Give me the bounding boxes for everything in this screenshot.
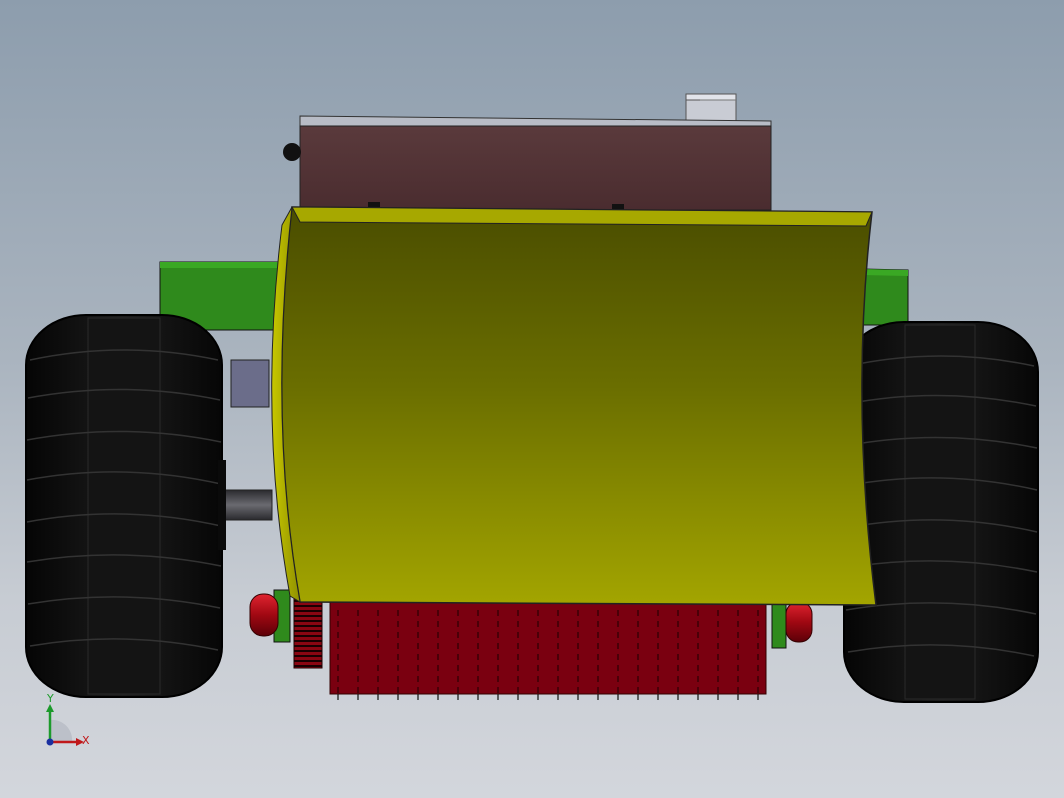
engine-housing (283, 115, 772, 212)
brush-roller (329, 601, 767, 700)
model-render (25, 93, 1039, 703)
snow-blade (271, 206, 877, 606)
gear-tooth (294, 610, 322, 612)
axle (221, 489, 273, 521)
side-bracket-right (771, 597, 787, 649)
sensor-box (685, 93, 737, 123)
axis-triad-graphic (46, 704, 84, 746)
gear-tooth (294, 625, 322, 627)
gear-tooth (294, 660, 322, 662)
gear-tooth (294, 620, 322, 622)
motor-block (230, 359, 270, 408)
gear-tooth (294, 650, 322, 652)
y-axis-label: Y (47, 692, 54, 705)
axis-triad: Y X (38, 692, 98, 758)
gear-tooth (294, 630, 322, 632)
gear-tooth (294, 635, 322, 637)
right-wheel (843, 321, 1039, 703)
left-wheel (25, 314, 226, 698)
gear-tooth (294, 605, 322, 607)
cad-3d-viewport[interactable]: Y X (0, 0, 1064, 798)
gear-tooth (294, 615, 322, 617)
gear-tooth (294, 665, 322, 667)
gear-tooth (294, 645, 322, 647)
gear-tooth (294, 655, 322, 657)
gear (293, 597, 323, 669)
gear-tooth (294, 640, 322, 642)
z-axis-dot (46, 738, 54, 746)
x-axis-label: X (82, 734, 90, 747)
